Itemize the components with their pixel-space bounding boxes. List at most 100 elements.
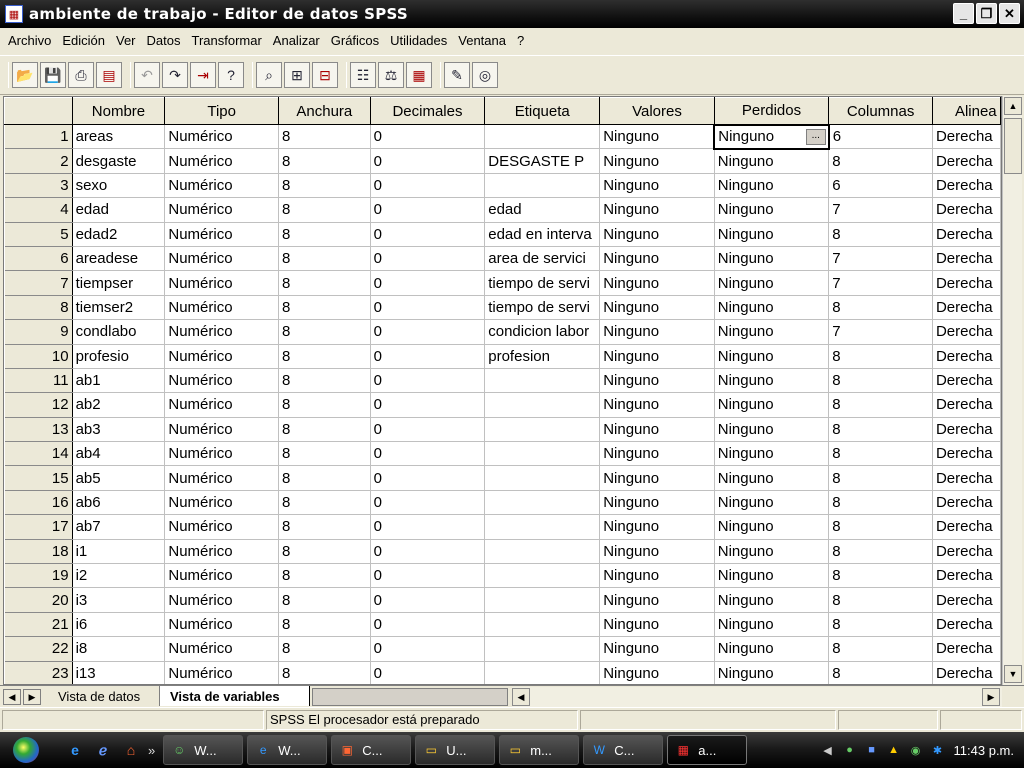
cell-decimales[interactable]: 0 [370,417,486,443]
cell-perdidos[interactable]: Ninguno [714,514,830,540]
cell-nombre[interactable]: condlabo [72,319,166,345]
cell-decimales[interactable]: 0 [370,612,486,638]
cell-nombre[interactable]: profesio [72,344,166,369]
cell-perdidos[interactable]: Ninguno [714,392,830,418]
horizontal-scrollbar[interactable]: ◀ ▶ [512,687,1002,707]
cell-valores[interactable]: Ninguno [599,612,715,638]
cell-perdidos[interactable]: Ninguno [714,612,830,638]
menu-graficos[interactable]: Gráficos [327,33,386,48]
cell-nombre[interactable]: i1 [72,539,166,565]
minimize-button[interactable]: _ [953,3,974,24]
cell-decimales[interactable]: 0 [370,514,486,540]
dialog-recall-icon[interactable]: ▤ [96,62,122,88]
cell-perdidos[interactable]: Ninguno [714,636,830,662]
cell-nombre[interactable]: i8 [72,636,166,662]
cell-anchura[interactable]: 8 [278,173,371,199]
cell-nombre[interactable]: edad2 [72,222,166,247]
cell-perdidos[interactable]: Ninguno [714,587,830,613]
row-number[interactable]: 12 [4,392,73,418]
cell-columnas[interactable]: 6 [828,173,933,199]
cell-etiqueta[interactable]: tiempo de servi [484,295,601,321]
cell-columnas[interactable]: 6 [828,124,933,150]
cell-nombre[interactable]: i2 [72,563,166,589]
tab-vista-de-datos[interactable]: Vista de datos [48,686,160,706]
cell-tipo[interactable]: Numérico [164,246,279,272]
cell-anchura[interactable]: 8 [278,661,371,684]
cell-nombre[interactable]: ab2 [72,392,166,418]
taskbar-item-2[interactable]: e W... [247,735,328,765]
cell-etiqueta[interactable] [484,563,601,589]
taskbar-item-4[interactable]: ▭ U... [415,735,496,765]
cell-valores[interactable]: Ninguno [599,295,715,321]
row-number[interactable]: 1 [4,124,73,150]
cell-etiqueta[interactable] [484,368,601,394]
cell-alinea[interactable]: Derecha [932,661,1001,684]
col-header-valores[interactable]: Valores [599,97,715,125]
cell-columnas[interactable]: 8 [828,441,933,467]
cell-tipo[interactable]: Numérico [164,344,279,369]
menu-analizar[interactable]: Analizar [269,33,327,48]
cell-valores[interactable]: Ninguno [599,344,715,369]
safely-remove-icon[interactable]: ◉ [908,742,924,758]
cell-columnas[interactable]: 8 [828,539,933,565]
cell-tipo[interactable]: Numérico [164,295,279,321]
cell-columnas[interactable]: 8 [828,514,933,540]
cell-anchura[interactable]: 8 [278,222,371,247]
cell-columnas[interactable]: 7 [828,197,933,223]
tray-arrow-icon[interactable]: ◀ [820,742,836,758]
cell-decimales[interactable]: 0 [370,661,486,684]
menu-utilidades[interactable]: Utilidades [386,33,454,48]
col-header-tipo[interactable]: Tipo [164,97,279,125]
cell-perdidos[interactable]: Ninguno [714,563,830,589]
cell-columnas[interactable]: 8 [828,368,933,394]
internet-explorer-icon[interactable]: e [64,739,86,761]
cell-tipo[interactable]: Numérico [164,514,279,540]
cell-alinea[interactable]: Derecha [932,612,1001,638]
cell-columnas[interactable]: 7 [828,246,933,272]
weight-cases-icon[interactable]: ⚖ [378,62,404,88]
ellipsis-button[interactable]: ... [805,128,826,145]
cell-tipo[interactable]: Numérico [164,563,279,589]
cell-alinea[interactable]: Derecha [932,563,1001,589]
cell-nombre[interactable]: desgaste [72,148,166,174]
cell-decimales[interactable]: 0 [370,173,486,199]
cell-columnas[interactable]: 8 [828,465,933,491]
cell-tipo[interactable]: Numérico [164,587,279,613]
corner-cell[interactable] [4,97,73,125]
cell-valores[interactable]: Ninguno [599,441,715,467]
cell-decimales[interactable]: 0 [370,124,486,150]
cell-alinea[interactable]: Derecha [932,441,1001,467]
cell-perdidos[interactable]: Ninguno [714,197,830,223]
cell-nombre[interactable]: i6 [72,612,166,638]
cell-decimales[interactable]: 0 [370,295,486,321]
row-number[interactable]: 23 [4,661,73,684]
spss-app-icon[interactable]: ▦ [5,5,23,23]
cell-nombre[interactable]: ab7 [72,514,166,540]
cell-decimales[interactable]: 0 [370,344,486,369]
col-header-alinea[interactable]: Alinea [931,97,1001,125]
col-header-etiqueta[interactable]: Etiqueta [484,97,601,125]
scroll-right-icon[interactable]: ▶ [982,688,1000,706]
redo-icon[interactable]: ↷ [162,62,188,88]
cell-columnas[interactable]: 8 [828,636,933,662]
cell-nombre[interactable]: i3 [72,587,166,613]
cell-columnas[interactable]: 8 [828,490,933,516]
antivirus-icon[interactable]: ▲ [886,742,902,758]
cell-alinea[interactable]: Derecha [932,124,1001,150]
value-labels-icon[interactable]: ✎ [444,62,470,88]
cell-anchura[interactable]: 8 [278,270,371,296]
cell-etiqueta[interactable] [484,441,601,467]
cell-valores[interactable]: Ninguno [599,417,715,443]
split-file-icon[interactable]: ☷ [350,62,376,88]
cell-etiqueta[interactable] [484,587,601,613]
row-number[interactable]: 14 [4,441,73,467]
cell-etiqueta[interactable]: area de servici [484,246,601,272]
scroll-thumb[interactable] [1004,118,1022,174]
cell-alinea[interactable]: Derecha [932,246,1001,272]
cell-columnas[interactable]: 8 [828,417,933,443]
menu-ver[interactable]: Ver [112,33,143,48]
cell-valores[interactable]: Ninguno [599,392,715,418]
cell-decimales[interactable]: 0 [370,319,486,345]
cell-tipo[interactable]: Numérico [164,197,279,223]
insert-case-icon[interactable]: ⊞ [284,62,310,88]
